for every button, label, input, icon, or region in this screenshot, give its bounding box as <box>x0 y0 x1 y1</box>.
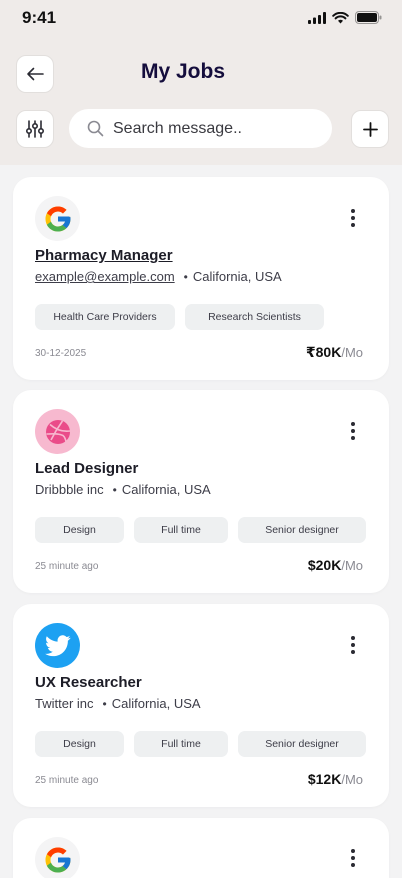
job-title[interactable]: Pharmacy Manager <box>35 247 173 264</box>
posted-date: 25 minute ago <box>35 561 99 572</box>
salary-period: /Mo <box>341 772 363 787</box>
company-location: Dribbble inc • California, USA <box>35 482 211 497</box>
more-options-button[interactable] <box>343 848 363 868</box>
twitter-logo-icon <box>35 623 80 668</box>
company-name[interactable]: example@example.com <box>35 269 175 284</box>
salary: $12K/Mo <box>308 771 363 787</box>
location: California, USA <box>121 482 211 497</box>
battery-icon <box>355 11 382 24</box>
google-logo-icon <box>35 196 80 241</box>
arrow-left-icon <box>27 67 44 81</box>
separator-dot: • <box>102 696 107 711</box>
add-job-button[interactable] <box>351 110 389 148</box>
wifi-icon <box>332 11 349 23</box>
dribbble-logo-icon <box>35 409 80 454</box>
company-name: Twitter inc <box>35 696 94 711</box>
tag[interactable]: Full time <box>134 517 228 543</box>
google-logo-icon <box>35 837 80 878</box>
salary-amount: ₹80K <box>305 344 342 360</box>
sliders-icon <box>25 120 45 138</box>
salary-amount: $12K <box>307 771 342 787</box>
status-time: 9:41 <box>22 8 57 27</box>
job-card[interactable]: Pharmacy Manager example@example.com • C… <box>13 177 389 380</box>
tag[interactable]: Design <box>35 731 124 757</box>
page-title: My Jobs <box>141 60 226 83</box>
more-options-button[interactable] <box>343 208 363 228</box>
salary-amount: $20K <box>307 557 342 573</box>
salary: $20K/Mo <box>308 557 363 573</box>
tag[interactable]: Research Scientists <box>185 304 324 330</box>
company-name: Dribbble inc <box>35 482 104 497</box>
job-card[interactable] <box>13 818 389 878</box>
location: California, USA <box>192 269 282 284</box>
tag-list: Design Full time Senior designer <box>35 731 366 757</box>
job-title[interactable]: UX Researcher <box>35 674 142 691</box>
posted-date: 30-12-2025 <box>35 348 87 359</box>
separator-dot: • <box>112 482 117 497</box>
job-card[interactable]: UX Researcher Twitter inc • California, … <box>13 604 389 807</box>
salary-period: /Mo <box>341 345 363 360</box>
plus-icon <box>362 121 378 137</box>
search-input[interactable] <box>113 119 313 138</box>
job-card[interactable]: Lead Designer Dribbble inc • California,… <box>13 390 389 593</box>
separator-dot: • <box>183 269 188 284</box>
location: California, USA <box>111 696 201 711</box>
job-title[interactable]: Lead Designer <box>35 460 138 477</box>
tag[interactable]: Health Care Providers <box>35 304 175 330</box>
salary-period: /Mo <box>341 558 363 573</box>
salary: ₹80K/Mo <box>306 344 363 361</box>
status-bar: 9:41 <box>0 0 402 36</box>
status-icons <box>308 11 382 24</box>
back-button[interactable] <box>16 55 54 93</box>
tag[interactable]: Design <box>35 517 124 543</box>
tag[interactable]: Senior designer <box>238 517 366 543</box>
tag-list: Design Full time Senior designer <box>35 517 366 543</box>
tag[interactable]: Senior designer <box>238 731 366 757</box>
more-options-button[interactable] <box>343 421 363 441</box>
cellular-signal-icon <box>308 11 326 24</box>
posted-date: 25 minute ago <box>35 775 99 786</box>
filter-button[interactable] <box>16 110 54 148</box>
search-icon <box>87 120 104 137</box>
tag[interactable]: Full time <box>134 731 228 757</box>
company-location: example@example.com • California, USA <box>35 269 282 284</box>
more-options-button[interactable] <box>343 635 363 655</box>
tag-list: Health Care Providers Research Scientist… <box>35 304 324 330</box>
company-location: Twitter inc • California, USA <box>35 696 201 711</box>
search-bar[interactable] <box>69 109 332 148</box>
